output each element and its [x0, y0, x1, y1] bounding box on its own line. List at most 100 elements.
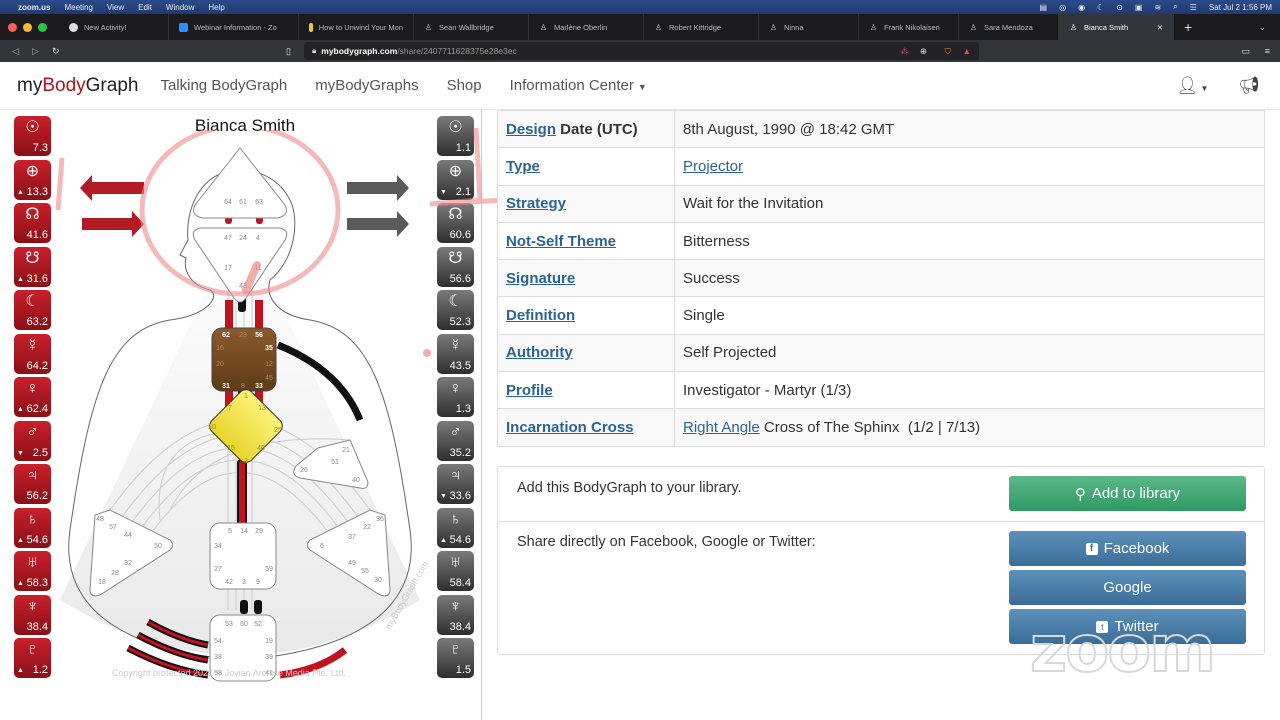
menu-edit[interactable]: Edit [138, 3, 152, 12]
menu-app[interactable]: zoom.us [18, 3, 50, 12]
zoom-page-icon[interactable]: ⊕ [920, 46, 927, 57]
reload-icon[interactable]: ↻ [52, 46, 60, 57]
head-center[interactable] [193, 147, 287, 219]
tab-marlene[interactable]: ♙ Marlène Oberlin [529, 14, 644, 40]
wifi-icon[interactable]: ≋ [1154, 3, 1161, 12]
maximize-window-button[interactable] [38, 22, 47, 32]
menu-window[interactable]: Window [166, 3, 194, 12]
tab-sean[interactable]: ♙ Sean Wallbridge [414, 14, 529, 40]
planet-badge-venus[interactable]: ♀ 62.4 ▲ [14, 377, 51, 417]
planet-badge-neptune[interactable]: ♆ 38.4 [14, 594, 51, 635]
planet-badge-jupiter[interactable]: ♃ 56.2 [14, 464, 51, 504]
planet-badge-mercury[interactable]: ☿ 43.5 [437, 333, 474, 374]
back-icon[interactable]: ◁ [12, 46, 19, 57]
property-key-link[interactable]: Definition [506, 307, 575, 324]
planet-badge-south-node[interactable]: ☋ 56.6 [437, 246, 474, 287]
planet-badge-mars[interactable]: ♂ 2.5 ▼ [14, 420, 51, 461]
planet-badge-earth[interactable]: ⊕ 13.3 ▲ [14, 159, 51, 200]
status-play-icon[interactable]: ⊙ [1116, 3, 1123, 12]
clock[interactable]: Sat Jul 2 1:56 PM [1209, 3, 1272, 12]
tab-unwind[interactable]: How to Unwind Your Mon [299, 14, 414, 40]
add-to-library-button[interactable]: ⚲ Add to library [1009, 476, 1246, 511]
svg-text:60: 60 [240, 621, 248, 628]
translate-icon[interactable]: ⁂ [901, 46, 910, 57]
google-share-button[interactable]: Google [1009, 570, 1246, 605]
nav-mybodygraphs[interactable]: myBodyGraphs [315, 77, 418, 94]
planet-badge-south-node[interactable]: ☋ 31.6 ▲ [14, 246, 51, 287]
property-key-link[interactable]: Design [506, 121, 556, 138]
planet-badge-neptune[interactable]: ♆ 38.4 [437, 594, 474, 635]
planet-badge-uranus[interactable]: ♅ 58.3 ▲ [14, 551, 51, 591]
lock-icon: 🔒︎ [312, 46, 317, 55]
nav-talking-bodygraph[interactable]: Talking BodyGraph [160, 77, 287, 94]
svg-text:62: 62 [222, 332, 230, 339]
property-key-link[interactable]: Type [506, 158, 540, 175]
planet-badge-earth[interactable]: ⊕ 2.1 ▼ [437, 159, 474, 200]
tab-bianca[interactable]: ♙ Bianca Smith ✕ [1059, 14, 1174, 40]
planet-badge-moon[interactable]: ☾ 52.3 [437, 290, 474, 330]
tab-new-activity[interactable]: New Activity! [59, 14, 169, 40]
tab-frank[interactable]: ♙ Frank Nikolaisen [859, 14, 959, 40]
user-menu[interactable]: 👤︎ ▼ [1177, 76, 1209, 96]
property-key-link[interactable]: Incarnation Cross [506, 419, 634, 436]
planet-badge-north-node[interactable]: ☊ 41.6 [14, 203, 51, 243]
status-grammarly-icon[interactable]: ◉ [1078, 3, 1085, 12]
planet-badge-mercury[interactable]: ☿ 64.2 [14, 333, 51, 374]
tab-list-chevron-icon[interactable]: ⌄ [1258, 22, 1266, 33]
tab-robert[interactable]: ♙ Robert Kittridge [644, 14, 759, 40]
menu-view[interactable]: View [107, 3, 124, 12]
nav-information-center[interactable]: Information Center ▼ [510, 77, 647, 94]
planet-gate-line: 13.3 [26, 185, 48, 198]
close-window-button[interactable] [8, 22, 17, 32]
planet-badge-pluto[interactable]: ♇ 1.5 [437, 638, 474, 678]
property-key-link[interactable]: Strategy [506, 195, 566, 212]
brave-rewards-icon[interactable]: ▲ [963, 46, 971, 56]
wallet-icon[interactable]: ▭ [1241, 46, 1250, 57]
planet-badge-sun[interactable]: ☉ 1.1 [437, 116, 474, 156]
planet-badge-jupiter[interactable]: ♃ 33.6 ▼ [437, 464, 474, 504]
planet-badge-pluto[interactable]: ♇ 1.2 ▲ [14, 638, 51, 678]
planet-badge-sun[interactable]: ☉ 7.3 [14, 116, 51, 156]
svg-text:38: 38 [214, 654, 222, 661]
planet-badge-mars[interactable]: ♂ 35.2 [437, 420, 474, 461]
property-key-link[interactable]: Signature [506, 270, 575, 287]
brand-logo[interactable]: myBodyGraph [17, 75, 138, 97]
close-tab-icon[interactable]: ✕ [1149, 23, 1163, 32]
status-sidebar-icon[interactable]: ▤ [1040, 3, 1048, 12]
property-key-link[interactable]: Profile [506, 382, 553, 399]
status-moon-icon[interactable]: ☾ [1097, 3, 1104, 12]
planet-badge-saturn[interactable]: ♄ 54.6 ▲ [14, 507, 51, 548]
facebook-share-button[interactable]: f Facebook [1009, 531, 1246, 566]
planet-badge-venus[interactable]: ♀ 1.3 [437, 377, 474, 417]
menu-meeting[interactable]: Meeting [64, 3, 92, 12]
property-value-link[interactable]: Right Angle [683, 419, 760, 436]
address-bar[interactable]: 🔒︎ mybodygraph.com/share/2407711628375e2… [304, 42, 979, 60]
bookmark-icon[interactable]: ▯ [286, 46, 291, 57]
menu-icon[interactable]: ≡ [1265, 46, 1270, 56]
forward-icon[interactable]: ▷ [32, 46, 39, 57]
planet-badge-uranus[interactable]: ♅ 58.4 [437, 551, 474, 591]
status-display-icon[interactable]: ▣ [1135, 3, 1143, 12]
svg-text:45: 45 [265, 375, 273, 382]
new-tab-button[interactable]: + [1184, 19, 1192, 35]
menu-help[interactable]: Help [208, 3, 224, 12]
svg-text:3: 3 [242, 579, 246, 586]
announcements-megaphone-icon[interactable]: 📢︎ [1238, 76, 1260, 96]
status-cc-icon[interactable]: ◎ [1059, 3, 1066, 12]
south-node-icon: ☋ [25, 249, 40, 267]
spotlight-icon[interactable]: ⌕ [1173, 2, 1177, 12]
planet-badge-moon[interactable]: ☾ 63.2 [14, 290, 51, 330]
planet-badge-north-node[interactable]: ☊ 60.6 [437, 203, 474, 243]
tab-webinar[interactable]: Webinar Information - Zo [169, 14, 299, 40]
tab-ninna[interactable]: ♙ Ninna [759, 14, 859, 40]
control-center-icon[interactable]: ☰ [1190, 3, 1197, 12]
tab-sara[interactable]: ♙ Sara Mendoza [959, 14, 1059, 40]
minimize-window-button[interactable] [23, 22, 32, 32]
property-key-link[interactable]: Authority [506, 344, 573, 361]
nav-shop[interactable]: Shop [447, 77, 482, 94]
property-value: Single [674, 296, 1265, 335]
planet-badge-saturn[interactable]: ♄ 54.6 ▲ [437, 507, 474, 548]
property-key-link[interactable]: Not-Self Theme [506, 233, 616, 250]
brave-shield-icon[interactable]: ⛉ [945, 46, 951, 57]
property-value-link[interactable]: Projector [683, 158, 743, 175]
